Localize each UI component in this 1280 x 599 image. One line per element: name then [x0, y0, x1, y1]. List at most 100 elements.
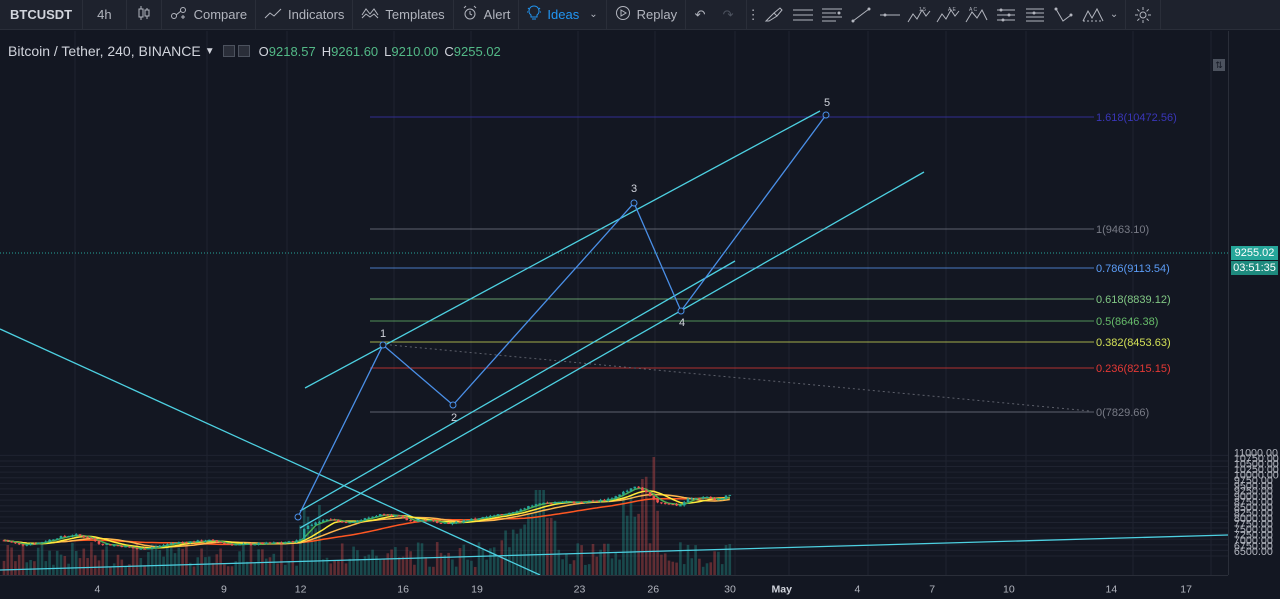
- volume-bar: [283, 564, 287, 575]
- candle-body: [112, 545, 116, 547]
- candle-body: [25, 544, 29, 546]
- volume-bar: [352, 546, 355, 575]
- horizontal-lines-icon[interactable]: [788, 0, 817, 30]
- candle-body: [93, 538, 97, 542]
- time-tick-label: 16: [397, 583, 409, 595]
- candle-body: [200, 540, 203, 542]
- candle-body: [109, 544, 112, 546]
- candle-body: [420, 520, 424, 522]
- volume-bar: [625, 515, 629, 575]
- elliott-wave-ae-icon[interactable]: A E: [933, 0, 962, 30]
- symbol-search-button[interactable]: BTCUSDT: [0, 0, 84, 30]
- price-axis[interactable]: 11000.0010750.0010500.0010250.0010000.00…: [1228, 31, 1280, 575]
- volume-bar: [101, 549, 105, 575]
- volume-bar: [496, 555, 500, 575]
- candle-body: [333, 519, 336, 521]
- caret-down-icon[interactable]: ▼: [205, 46, 215, 57]
- candle-body: [188, 541, 192, 543]
- candles-icon: [137, 5, 151, 24]
- candle-body: [318, 521, 321, 523]
- candle-body: [337, 519, 340, 522]
- wave-point: [677, 307, 685, 315]
- indicators-button[interactable]: Indicators: [256, 0, 354, 30]
- volume-bar: [276, 563, 279, 575]
- fib-channel-icon[interactable]: [1020, 0, 1049, 30]
- triangle-pattern-icon[interactable]: [1049, 0, 1078, 30]
- scale-toggle-icon[interactable]: ⇅: [1213, 59, 1225, 71]
- candle-body: [504, 513, 507, 515]
- brush-tool-icon[interactable]: [759, 0, 788, 30]
- volume-bar: [17, 554, 21, 575]
- elliott-wave[interactable]: 1 2 3 4 5: [294, 97, 830, 521]
- gear-icon[interactable]: [1126, 0, 1160, 30]
- chevron-down-icon[interactable]: ⌄: [589, 9, 597, 20]
- fib-level-label: 0.5(8646.38): [1096, 316, 1158, 328]
- volume-bars: [2, 457, 732, 575]
- volume-bar: [291, 542, 295, 575]
- fib-retracement[interactable]: 1.618(10472.56) 1(9463.10) 0.786(9113.54) 0…: [370, 112, 1177, 419]
- pitchfork-icon[interactable]: [991, 0, 1020, 30]
- volume-bar: [576, 543, 580, 575]
- candle-body: [196, 540, 200, 543]
- elliott-wave-15-icon[interactable]: 1 5: [904, 0, 933, 30]
- candle-body: [90, 537, 93, 539]
- fib-level-label: 0.786(9113.54): [1096, 263, 1170, 275]
- ideas-button[interactable]: Ideas ⌄: [519, 0, 607, 30]
- volume-bar: [181, 548, 184, 575]
- volume-bar: [131, 548, 135, 575]
- volume-bar: [378, 559, 382, 575]
- volume-bar: [405, 547, 409, 575]
- candle-body: [724, 495, 728, 499]
- time-axis[interactable]: 4 9 12 16 19 23 26 30 May 4 7 10 14 17: [0, 575, 1228, 599]
- alert-button[interactable]: Alert: [454, 0, 520, 30]
- settings-mini-icon[interactable]: [237, 45, 250, 57]
- volume-bar: [306, 516, 310, 575]
- volume-bar: [375, 555, 378, 575]
- candle-body: [618, 494, 621, 497]
- visibility-icon[interactable]: [222, 45, 235, 57]
- undo-icon[interactable]: ↶: [686, 0, 714, 30]
- volume-bar: [462, 544, 466, 575]
- candle-body: [424, 520, 428, 522]
- high-value: 9261.60: [331, 43, 379, 59]
- volume-bar: [454, 566, 458, 575]
- candle-body: [405, 517, 409, 521]
- volume-bar: [443, 555, 447, 575]
- replay-button[interactable]: Replay: [607, 0, 687, 30]
- volume-bar: [166, 544, 169, 575]
- horizontal-ray-icon[interactable]: [875, 0, 904, 30]
- replay-label: Replay: [636, 7, 678, 22]
- volume-bar: [340, 543, 344, 575]
- redo-icon[interactable]: ↷: [714, 0, 742, 30]
- candle-body: [299, 539, 302, 541]
- chart-type-button[interactable]: [127, 0, 162, 30]
- xabcd-pattern-icon[interactable]: [1078, 0, 1107, 30]
- candle-body: [432, 520, 435, 522]
- volume-bar: [105, 546, 108, 575]
- candle-body: [352, 521, 355, 523]
- volume-bar: [242, 543, 245, 575]
- templates-button[interactable]: Templates: [353, 0, 454, 30]
- volume-bar: [2, 560, 6, 575]
- candle-body: [637, 486, 640, 488]
- wave-point: [822, 111, 830, 119]
- candle-body: [356, 520, 359, 522]
- candle-body: [120, 545, 124, 548]
- candle-body: [557, 502, 561, 504]
- interval-button[interactable]: 4h: [83, 0, 127, 30]
- volume-bar: [591, 543, 595, 575]
- symbol-title[interactable]: Bitcoin / Tether, 240, BINANCE: [8, 43, 201, 59]
- fib-retracement-icon[interactable]: [817, 0, 846, 30]
- elliott-wave-ac-icon[interactable]: A C: [962, 0, 991, 30]
- volume-bar: [485, 559, 488, 575]
- compare-button[interactable]: Compare: [162, 0, 257, 30]
- volume-bar: [253, 563, 257, 575]
- candle-body: [511, 512, 515, 514]
- more-vertical-icon[interactable]: ⋮: [747, 0, 760, 30]
- candle-body: [679, 505, 682, 507]
- candle-body: [101, 543, 105, 545]
- trend-line-icon[interactable]: [846, 0, 875, 30]
- chart-pane[interactable]: 1.618(10472.56) 1(9463.10) 0.786(9113.54) 0…: [0, 31, 1228, 575]
- chevron-down-icon[interactable]: ⌄: [1107, 0, 1121, 30]
- volume-bar: [382, 559, 386, 575]
